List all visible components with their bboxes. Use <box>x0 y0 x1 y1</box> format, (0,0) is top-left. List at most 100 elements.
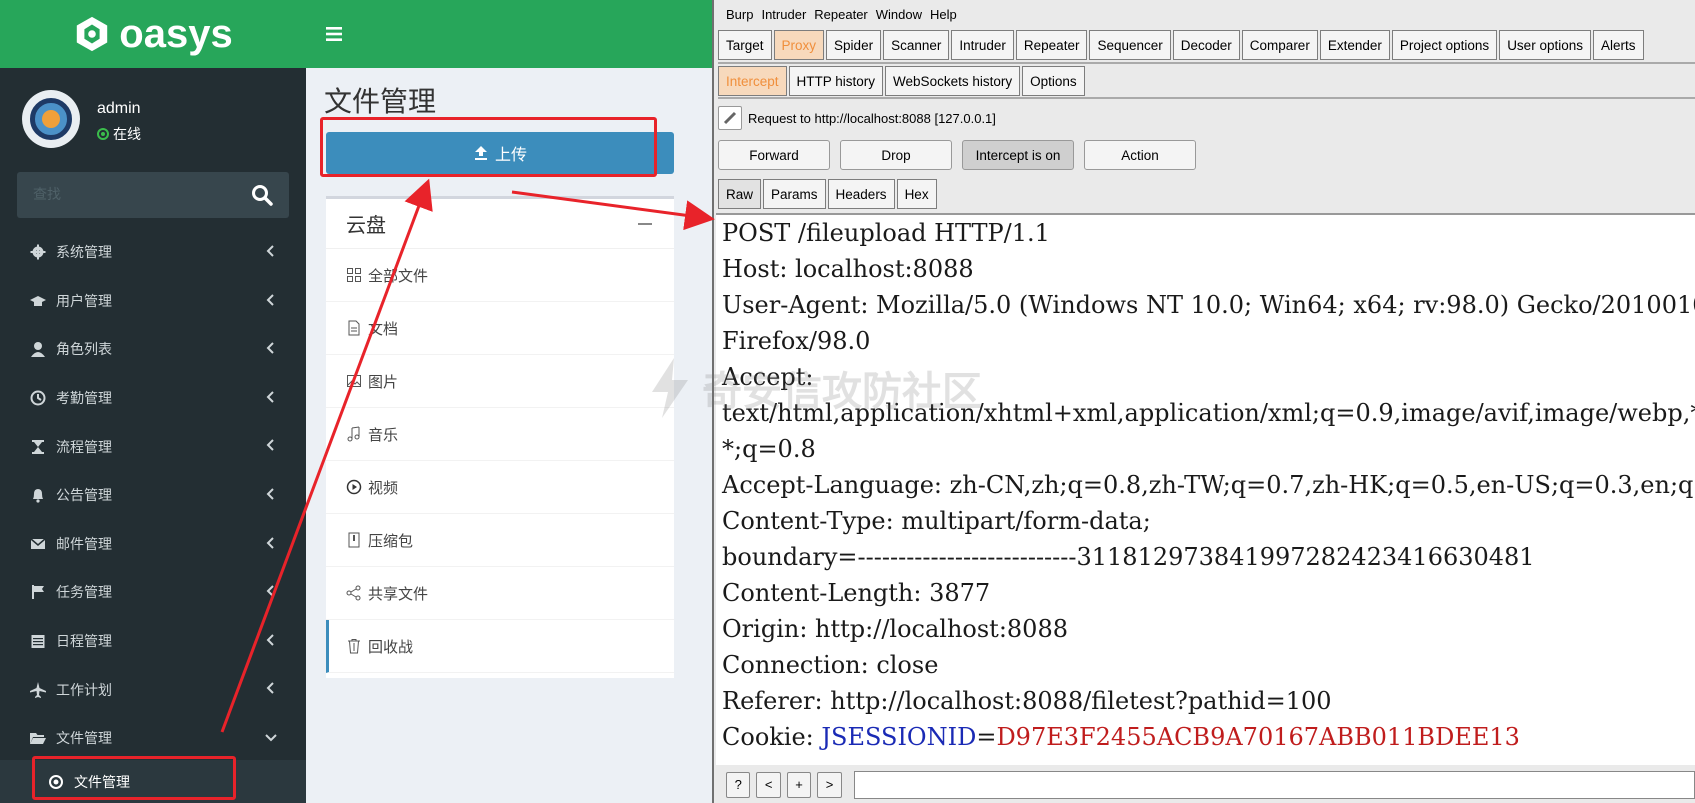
cookie-prefix: Cookie: <box>722 723 822 751</box>
minimize-icon[interactable] <box>638 223 652 225</box>
request-line: User-Agent: Mozilla/5.0 (Windows NT 10.0… <box>722 291 1695 319</box>
chevron-left-icon <box>266 342 274 354</box>
hourglass-icon <box>32 439 44 454</box>
sidebar-item-label: 日程管理 <box>56 634 112 651</box>
tab-spider[interactable]: Spider <box>826 30 882 60</box>
sidebar-search-input[interactable] <box>17 172 247 218</box>
sidebar-item-mail[interactable]: 邮件管理 <box>0 520 306 569</box>
tab-extender[interactable]: Extender <box>1319 30 1390 60</box>
menu-help[interactable]: Help <box>930 7 957 22</box>
sidebar-item-label: 文件管理 <box>56 731 112 748</box>
user-panel: admin 在线 <box>22 90 292 150</box>
cloud-item-label: 全部文件 <box>368 266 429 285</box>
request-editor[interactable]: POST /fileupload HTTP/1.1 Host: localhos… <box>716 213 1695 765</box>
menu-repeater[interactable]: Repeater <box>814 7 867 22</box>
previous-button[interactable]: < <box>756 771 781 798</box>
forward-button[interactable]: Forward <box>718 140 830 170</box>
intercept-toggle-button[interactable]: Intercept is on <box>962 140 1074 170</box>
tab-options[interactable]: Options <box>1022 66 1085 96</box>
tab-comparer[interactable]: Comparer <box>1241 30 1318 60</box>
request-line: *;q=0.8 <box>722 435 816 463</box>
tab-sequencer[interactable]: Sequencer <box>1089 30 1171 60</box>
sidebar-item-tasks[interactable]: 任务管理 <box>0 568 306 617</box>
cloud-item-images[interactable]: 图片 <box>326 355 674 408</box>
action-button[interactable]: Action <box>1084 140 1196 170</box>
calendar-icon <box>31 635 45 649</box>
menu-intruder[interactable]: Intruder <box>761 7 806 22</box>
tab-repeater[interactable]: Repeater <box>1015 30 1088 60</box>
user-status-label: 在线 <box>113 127 141 143</box>
cloud-item-archives[interactable]: 压缩包 <box>326 514 674 567</box>
next-button[interactable]: > <box>817 771 842 798</box>
tab-proxy[interactable]: Proxy <box>773 30 825 60</box>
tab-hex[interactable]: Hex <box>896 179 937 209</box>
cloud-item-music[interactable]: 音乐 <box>326 408 674 461</box>
sidebar-item-label: 系统管理 <box>56 245 112 262</box>
tab-user-options[interactable]: User options <box>1499 30 1591 60</box>
menu-window[interactable]: Window <box>876 7 922 22</box>
add-button[interactable]: + <box>786 771 812 798</box>
sidebar-item-label: 流程管理 <box>56 439 112 456</box>
sidebar-item-attendance[interactable]: 考勤管理 <box>0 374 306 423</box>
hamburger-icon[interactable] <box>326 22 342 47</box>
sidebar-item-label: 工作计划 <box>56 682 112 699</box>
cloud-item-all-files[interactable]: 全部文件 <box>326 249 674 302</box>
editor-search-bar: ? < + > <box>716 766 1695 803</box>
sidebar-item-workflow[interactable]: 流程管理 <box>0 422 306 471</box>
sidebar-item-workplan[interactable]: 工作计划 <box>0 665 306 714</box>
highlight-upload-button <box>320 117 657 177</box>
tab-intercept[interactable]: Intercept <box>718 66 787 96</box>
request-line: Content-Type: multipart/form-data; <box>722 507 1151 535</box>
menu-burp[interactable]: Burp <box>726 7 753 22</box>
plane-icon <box>30 681 46 698</box>
oasys-logo[interactable]: oasys <box>0 0 306 68</box>
tab-alerts[interactable]: Alerts <box>1592 30 1644 60</box>
sidebar-item-system[interactable]: 系统管理 <box>0 228 306 277</box>
divider <box>718 62 1695 64</box>
chevron-left-icon <box>266 634 274 646</box>
user-status: 在线 <box>97 124 141 144</box>
tab-http-history[interactable]: HTTP history <box>788 66 884 96</box>
tab-raw[interactable]: Raw <box>718 179 762 209</box>
burp-menubar: Burp Intruder Repeater Window Help <box>716 0 957 28</box>
cloud-item-recycle-bin[interactable]: 回收战 <box>326 620 674 673</box>
cloud-drive-header: 云盘 <box>326 199 674 249</box>
sidebar-item-schedule[interactable]: 日程管理 <box>0 617 306 666</box>
cookie-value: D97E3F2455ACB9A70167ABB011BDEE13 <box>996 723 1520 751</box>
tab-params[interactable]: Params <box>763 179 826 209</box>
request-info: Request to http://localhost:8088 [127.0.… <box>718 106 996 130</box>
tab-decoder[interactable]: Decoder <box>1172 30 1240 60</box>
sidebar-item-users[interactable]: 用户管理 <box>0 277 306 326</box>
cloud-item-label: 文档 <box>368 319 399 338</box>
chevron-left-icon <box>266 536 274 549</box>
tab-headers[interactable]: Headers <box>827 179 895 209</box>
editor-search-input[interactable] <box>853 770 1695 799</box>
sidebar-item-notice[interactable]: 公告管理 <box>0 471 306 520</box>
cloud-item-documents[interactable]: 文档 <box>326 302 674 355</box>
online-status-icon <box>97 128 109 140</box>
sidebar-item-roles[interactable]: 角色列表 <box>0 325 306 374</box>
tab-intruder[interactable]: Intruder <box>951 30 1014 60</box>
help-button[interactable]: ? <box>726 771 751 798</box>
search-icon[interactable] <box>251 184 273 206</box>
envelope-icon <box>30 538 46 549</box>
request-line: boundary=---------------------------3118… <box>722 543 1535 571</box>
image-icon <box>347 375 361 387</box>
chevron-left-icon <box>266 585 274 597</box>
cloud-item-shared[interactable]: 共享文件 <box>326 567 674 620</box>
avatar[interactable] <box>22 90 80 148</box>
cloud-item-videos[interactable]: 视频 <box>326 461 674 514</box>
tab-project-options[interactable]: Project options <box>1391 30 1498 60</box>
request-line: Firefox/98.0 <box>722 327 871 355</box>
cloud-item-label: 共享文件 <box>368 584 429 603</box>
edit-pencil-icon[interactable] <box>718 106 742 130</box>
drop-button[interactable]: Drop <box>840 140 952 170</box>
cookie-equals: = <box>976 723 997 751</box>
tab-websockets-history[interactable]: WebSockets history <box>885 66 1021 96</box>
tab-target[interactable]: Target <box>718 30 772 60</box>
share-icon <box>346 585 361 601</box>
cloud-drive-title: 云盘 <box>346 213 386 237</box>
clock-icon <box>30 390 46 406</box>
tab-scanner[interactable]: Scanner <box>883 30 950 60</box>
archive-icon <box>348 532 360 548</box>
